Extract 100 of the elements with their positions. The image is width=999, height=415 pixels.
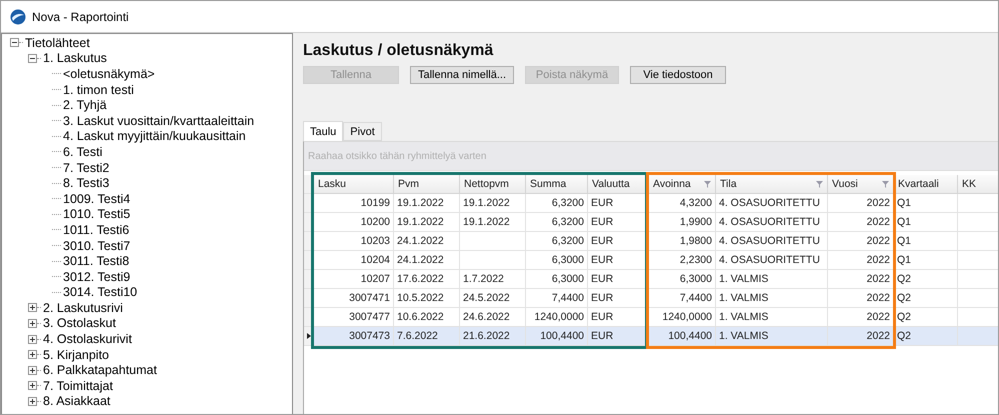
tree-item[interactable]: <oletusnäkymä> <box>61 66 155 81</box>
table-cell: Q1 <box>894 232 958 251</box>
table-cell: 24.1.2022 <box>394 251 460 270</box>
column-header[interactable]: Kvartaali <box>894 175 958 194</box>
column-header[interactable]: Lasku <box>314 175 394 194</box>
tree-item[interactable]: 1011. Testi6 <box>61 222 130 237</box>
expand-icon[interactable] <box>28 334 37 344</box>
tree-item[interactable]: 8. Asiakkaat <box>41 394 110 408</box>
table-cell: 1240,0000 <box>649 308 716 327</box>
window-title: Nova - Raportointi <box>32 10 129 24</box>
table-cell: 4,3200 <box>649 194 716 213</box>
table-cell: 1240,0000 <box>526 308 588 327</box>
tree-item[interactable]: 6. Palkkatapahtumat <box>41 363 157 378</box>
tree-item[interactable]: 8. Testi3 <box>61 176 110 190</box>
tree-item[interactable]: 3014. Testi10 <box>61 285 138 300</box>
tree-item[interactable]: 1. timon testi <box>61 82 134 97</box>
column-header[interactable]: Nettopvm <box>460 175 526 194</box>
table-cell: 1,9900 <box>649 213 716 232</box>
tree-item[interactable]: 3. Laskut vuosittain/kvarttaaleittain <box>61 114 254 128</box>
table-cell: 4. OSASUORITETTU <box>716 194 828 213</box>
table-cell: 10.5.2022 <box>394 289 460 308</box>
table-cell: Q1 <box>894 251 958 270</box>
table-cell: Q1 <box>894 194 958 213</box>
filter-icon[interactable] <box>882 180 889 188</box>
table-cell: 21.6.2022 <box>460 327 526 346</box>
table-cell: 6,3200 <box>526 194 588 213</box>
table-cell: 6,3200 <box>526 232 588 251</box>
column-header[interactable]: Valuutta <box>588 175 646 194</box>
table-cell: 6,3000 <box>526 251 588 270</box>
tree-item[interactable]: Tietolähteet <box>23 36 90 50</box>
table-cell: 7.6.2022 <box>394 327 460 346</box>
column-header[interactable]: Tila <box>716 175 828 194</box>
table-cell: 3007471 <box>314 289 394 308</box>
tree-item[interactable]: 3011. Testi8 <box>61 254 130 268</box>
table-cell: 17.6.2022 <box>394 270 460 289</box>
table-cell: 2,2300 <box>649 251 716 270</box>
table-cell: EUR <box>588 327 646 346</box>
tree-item[interactable]: 4. Laskut myyjittäin/kuukausittain <box>61 129 246 144</box>
table-cell: 10204 <box>314 251 394 270</box>
expand-icon[interactable] <box>28 381 37 390</box>
app-logo-icon <box>10 8 26 24</box>
table-cell: 100,4400 <box>649 327 716 346</box>
tree-item[interactable]: 2. Tyhjä <box>61 98 107 112</box>
table-cell: 100,4400 <box>526 327 588 346</box>
tab[interactable]: Pivot <box>343 122 382 141</box>
table-cell: 24.6.2022 <box>460 308 526 327</box>
toolbar-button[interactable]: Tallenna nimellä... <box>410 66 514 84</box>
table-cell: 7,4400 <box>649 289 716 308</box>
expand-icon[interactable] <box>28 303 37 312</box>
table-cell: 10203 <box>314 232 394 251</box>
table-cell: 1. VALMIS <box>716 270 828 289</box>
tree-item[interactable]: 3. Ostolaskut <box>41 316 116 330</box>
table-cell: 6,3000 <box>649 270 716 289</box>
table-cell: 19.1.2022 <box>460 213 526 232</box>
column-header[interactable]: Summa <box>526 175 588 194</box>
table-cell: 4. OSASUORITETTU <box>716 251 828 270</box>
tree-item[interactable]: 1. Laskutus <box>41 51 107 66</box>
filter-icon[interactable] <box>816 180 823 188</box>
table-cell: Q2 <box>894 270 958 289</box>
table-cell: 1. VALMIS <box>716 289 828 308</box>
tree-item[interactable]: 2. Laskutusrivi <box>41 300 123 315</box>
tree-item[interactable]: 3012. Testi9 <box>61 270 130 284</box>
tree-item[interactable]: 3010. Testi7 <box>61 238 130 253</box>
table-cell: 10200 <box>314 213 394 232</box>
filter-icon[interactable] <box>704 180 711 188</box>
table-cell: 10199 <box>314 194 394 213</box>
expand-icon[interactable] <box>28 318 37 328</box>
tree-item[interactable]: 1009. Testi4 <box>61 192 130 206</box>
expand-icon[interactable] <box>28 366 37 375</box>
tab[interactable]: Taulu <box>303 121 344 141</box>
toolbar-button[interactable]: Vie tiedostoon <box>630 66 726 84</box>
table-cell: 1.7.2022 <box>460 270 526 289</box>
column-header[interactable]: Vuosi <box>828 175 894 194</box>
tree-item[interactable]: 7. Toimittajat <box>41 378 113 393</box>
expand-icon[interactable] <box>28 396 37 406</box>
view-title: Laskutus / oletusnäkymä <box>303 42 494 60</box>
tree-item[interactable]: 4. Ostolaskurivit <box>41 332 132 346</box>
collapse-icon[interactable] <box>10 38 19 48</box>
table-cell: 19.1.2022 <box>460 194 526 213</box>
table-cell: 19.1.2022 <box>394 194 460 213</box>
tree-item[interactable]: 5. Kirjanpito <box>41 348 110 362</box>
tree-item[interactable]: 6. Testi <box>61 144 102 159</box>
table-cell: 10207 <box>314 270 394 289</box>
column-header[interactable]: Pvm <box>394 175 460 194</box>
table-cell: 1,9800 <box>649 232 716 251</box>
collapse-icon[interactable] <box>28 54 37 63</box>
table-cell: 24.1.2022 <box>394 232 460 251</box>
table-cell: 2022 <box>828 327 894 346</box>
group-hint: Raahaa otsikko tähän ryhmittelyä varten <box>308 150 486 162</box>
column-header[interactable]: KK <box>958 175 998 194</box>
tree-item[interactable]: 1010. Testi5 <box>61 207 130 222</box>
column-header[interactable]: Avoinna <box>649 175 716 194</box>
table-cell: 6,3000 <box>526 270 588 289</box>
table-cell: Q2 <box>894 308 958 327</box>
current-row-icon <box>306 333 310 339</box>
table-cell: 4. OSASUORITETTU <box>716 213 828 232</box>
table-cell: Q2 <box>894 327 958 346</box>
table-cell: 3007473 <box>314 327 394 346</box>
tree-item[interactable]: 7. Testi2 <box>61 160 110 175</box>
expand-icon[interactable] <box>28 350 37 360</box>
